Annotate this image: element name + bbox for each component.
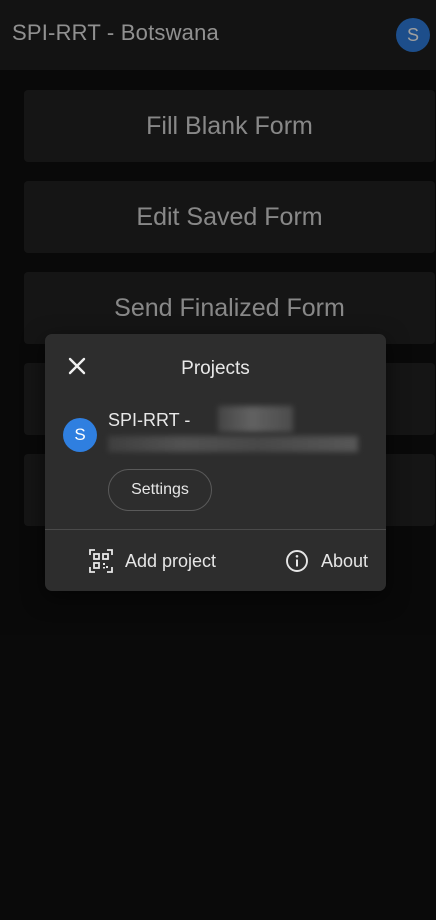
dialog-title: Projects [181, 358, 250, 379]
add-project-label: Add project [125, 550, 217, 571]
project-name: SPI-RRT - [108, 410, 191, 430]
current-project-row[interactable]: S SPI-RRT - [63, 406, 363, 466]
screen: SPI-RRT - Botswana S Fill Blank Form Edi… [0, 0, 436, 920]
divider [45, 529, 386, 530]
redacted-project-name [218, 406, 293, 432]
about-label: About [321, 550, 369, 571]
redacted-project-url [108, 436, 358, 452]
add-project-button[interactable]: Add project [89, 547, 216, 575]
about-button[interactable]: About [285, 547, 368, 575]
qr-code-scan-icon [89, 549, 113, 573]
settings-button[interactable]: Settings [108, 469, 212, 511]
projects-dialog: Projects S SPI-RRT - Settings Add projec… [45, 334, 386, 591]
info-icon [286, 550, 308, 572]
project-avatar: S [63, 418, 97, 452]
